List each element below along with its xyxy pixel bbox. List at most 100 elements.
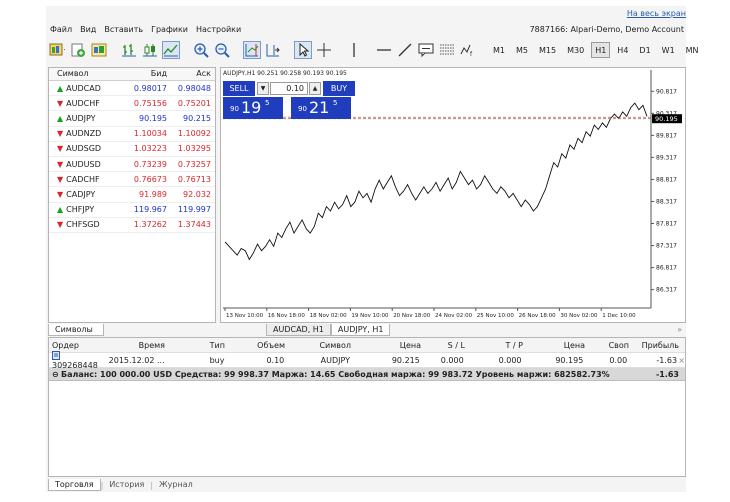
sell-price-pips: 19: [241, 98, 262, 117]
arrow-down-icon: ▼: [57, 189, 64, 199]
chart-area[interactable]: 90.817 90.317 89.817 89.317 88.817 88.317 87.8…: [220, 67, 686, 323]
vertical-line-button[interactable]: [345, 41, 363, 59]
column-header-order[interactable]: Ордер: [49, 341, 105, 350]
collapse-icon[interactable]: ⊖: [49, 370, 61, 379]
symbol-row[interactable]: ▼ CADCHF 0.76673 0.76713: [49, 172, 215, 188]
fibonacci-button[interactable]: [438, 41, 456, 59]
time-tick-label: 16 Nov 18:00: [268, 313, 306, 319]
buy-button[interactable]: BUY: [323, 81, 355, 96]
horizontal-line-button[interactable]: [375, 41, 393, 59]
arrow-up-icon: ▲: [57, 83, 64, 93]
symbol-name: AUDNZD: [66, 129, 102, 139]
order-row[interactable]: 309268448 2015.12.02 ... buy 0.10 AUDJPY…: [49, 350, 685, 370]
line-chart-button[interactable]: [162, 41, 180, 59]
chart-tab-audcad[interactable]: AUDCAD, H1: [266, 324, 331, 336]
indicators-button[interactable]: f: [459, 41, 477, 59]
symbol-name: CHFJPY: [66, 205, 95, 215]
column-header-sl[interactable]: S / L: [421, 341, 465, 350]
timeframe-m30[interactable]: M30: [563, 42, 588, 58]
crosshair-button[interactable]: [315, 41, 333, 59]
timeframe-d1[interactable]: D1: [635, 42, 654, 58]
profiles-button[interactable]: [69, 41, 87, 59]
timeframe-mn[interactable]: MN: [682, 42, 703, 58]
lot-increase-button[interactable]: ▲: [309, 82, 321, 95]
lot-decrease-button[interactable]: ▼: [257, 82, 269, 95]
close-order-icon[interactable]: ×: [677, 356, 685, 365]
chart-tabs: AUDCAD, H1 AUDJPY, H1: [266, 324, 391, 336]
column-header-bid[interactable]: Бид: [121, 68, 167, 80]
balance-total-profit: -1.63: [655, 369, 679, 379]
symbol-cell: ▼ AUDCHF: [49, 99, 121, 108]
column-header-price[interactable]: Цена: [351, 341, 421, 350]
bar-chart-button[interactable]: [120, 41, 138, 59]
tab-symbols[interactable]: Символы: [48, 324, 104, 336]
tab-trading[interactable]: Торговля: [48, 479, 101, 491]
menu-insert[interactable]: Вставить: [104, 25, 143, 37]
sell-button[interactable]: SELL: [223, 81, 255, 96]
symbol-name: AUDCAD: [66, 83, 101, 93]
symbol-row[interactable]: ▼ CHFSGD 1.37262 1.37443: [49, 218, 215, 233]
new-chart-icon: [49, 43, 65, 56]
symbol-row[interactable]: ▲ AUDCAD 0.98017 0.98048: [49, 81, 215, 97]
arrow-down-icon: ▼: [57, 220, 64, 230]
buy-price-pips: 21: [309, 98, 330, 117]
tab-history[interactable]: История: [103, 479, 150, 491]
symbol-cell: ▲ CHFJPY: [49, 205, 121, 214]
market-watch-button[interactable]: [90, 41, 108, 59]
column-header-time[interactable]: Время: [105, 341, 165, 350]
lot-size-input[interactable]: 0.10: [270, 82, 308, 95]
chart-tab-audjpy[interactable]: AUDJPY, H1: [330, 324, 391, 336]
sell-price-button[interactable]: 90 19 5: [223, 97, 283, 119]
timeframe-w1[interactable]: W1: [658, 42, 679, 58]
autoscroll-button[interactable]: [243, 41, 261, 59]
text-label-button[interactable]: [417, 41, 435, 59]
zoom-in-button[interactable]: [192, 41, 210, 59]
new-chart-button[interactable]: [48, 41, 66, 59]
symbol-cell: ▼ CHFSGD: [49, 220, 121, 229]
zoom-out-button[interactable]: [213, 41, 231, 59]
column-header-volume[interactable]: Объем: [225, 341, 285, 350]
timeframe-m15[interactable]: M15: [535, 42, 560, 58]
symbol-name: AUDUSD: [66, 159, 101, 169]
timeframe-h1[interactable]: H1: [591, 42, 611, 58]
menu-file[interactable]: Файл: [50, 25, 72, 37]
buy-price-button[interactable]: 90 21 5: [291, 97, 351, 119]
symbol-row[interactable]: ▼ AUDSGD 1.03223 1.03295: [49, 142, 215, 157]
chart-shift-button[interactable]: [264, 41, 282, 59]
current-price-label: 90.195: [655, 115, 678, 123]
column-header-swap[interactable]: Своп: [585, 341, 629, 350]
candlestick-button[interactable]: [141, 41, 159, 59]
cursor-button[interactable]: [294, 41, 312, 59]
symbol-cell: ▼ CADCHF: [49, 175, 121, 184]
symbol-row[interactable]: ▼ CADJPY 91.989 92.032: [49, 187, 215, 203]
time-tick-label: 19 Nov 10:00: [351, 313, 389, 319]
menu-view[interactable]: Вид: [80, 25, 96, 37]
symbol-row[interactable]: ▼ AUDNZD 1.10034 1.10092: [49, 127, 215, 142]
column-header-type[interactable]: Тип: [165, 341, 225, 350]
column-header-symbol[interactable]: Символ: [49, 68, 121, 80]
symbol-row[interactable]: ▲ CHFJPY 119.967 119.997: [49, 203, 215, 218]
trendline-button[interactable]: [396, 41, 414, 59]
timeframe-m5[interactable]: M5: [512, 42, 532, 58]
column-header-ask[interactable]: Аск: [167, 68, 213, 80]
symbol-row[interactable]: ▼ AUDCHF 0.75156 0.75201: [49, 96, 215, 112]
column-header-profit[interactable]: Прибыль: [629, 341, 679, 350]
menu-charts[interactable]: Графики: [151, 25, 188, 37]
timeframe-h4[interactable]: H4: [613, 42, 632, 58]
symbol-bid: 91.989: [139, 189, 167, 199]
menu-settings[interactable]: Настройки: [196, 25, 241, 37]
symbol-name: CADJPY: [66, 189, 96, 199]
symbol-cell: ▲ AUDCAD: [49, 84, 121, 93]
chart-tabs-scroll-arrow[interactable]: »: [677, 325, 682, 334]
tab-journal[interactable]: Журнал: [153, 479, 199, 491]
balance-summary-row: ⊖ Баланс: 100 000.00 USD Средства: 99 99…: [49, 368, 685, 381]
symbol-name: AUDJPY: [66, 113, 96, 123]
symbol-row[interactable]: ▼ AUDUSD 0.73239 0.73257: [49, 157, 215, 173]
column-header-current-price[interactable]: Цена: [523, 341, 585, 350]
symbol-row[interactable]: ▲ AUDJPY 90.195 90.215: [49, 111, 215, 127]
symbol-bid: 0.76673: [133, 174, 167, 184]
column-header-tp[interactable]: T / P: [465, 341, 524, 350]
timeframe-m1[interactable]: M1: [489, 42, 509, 58]
column-header-symbol[interactable]: Символ: [285, 341, 351, 350]
fullscreen-link[interactable]: На весь экран: [627, 9, 686, 18]
